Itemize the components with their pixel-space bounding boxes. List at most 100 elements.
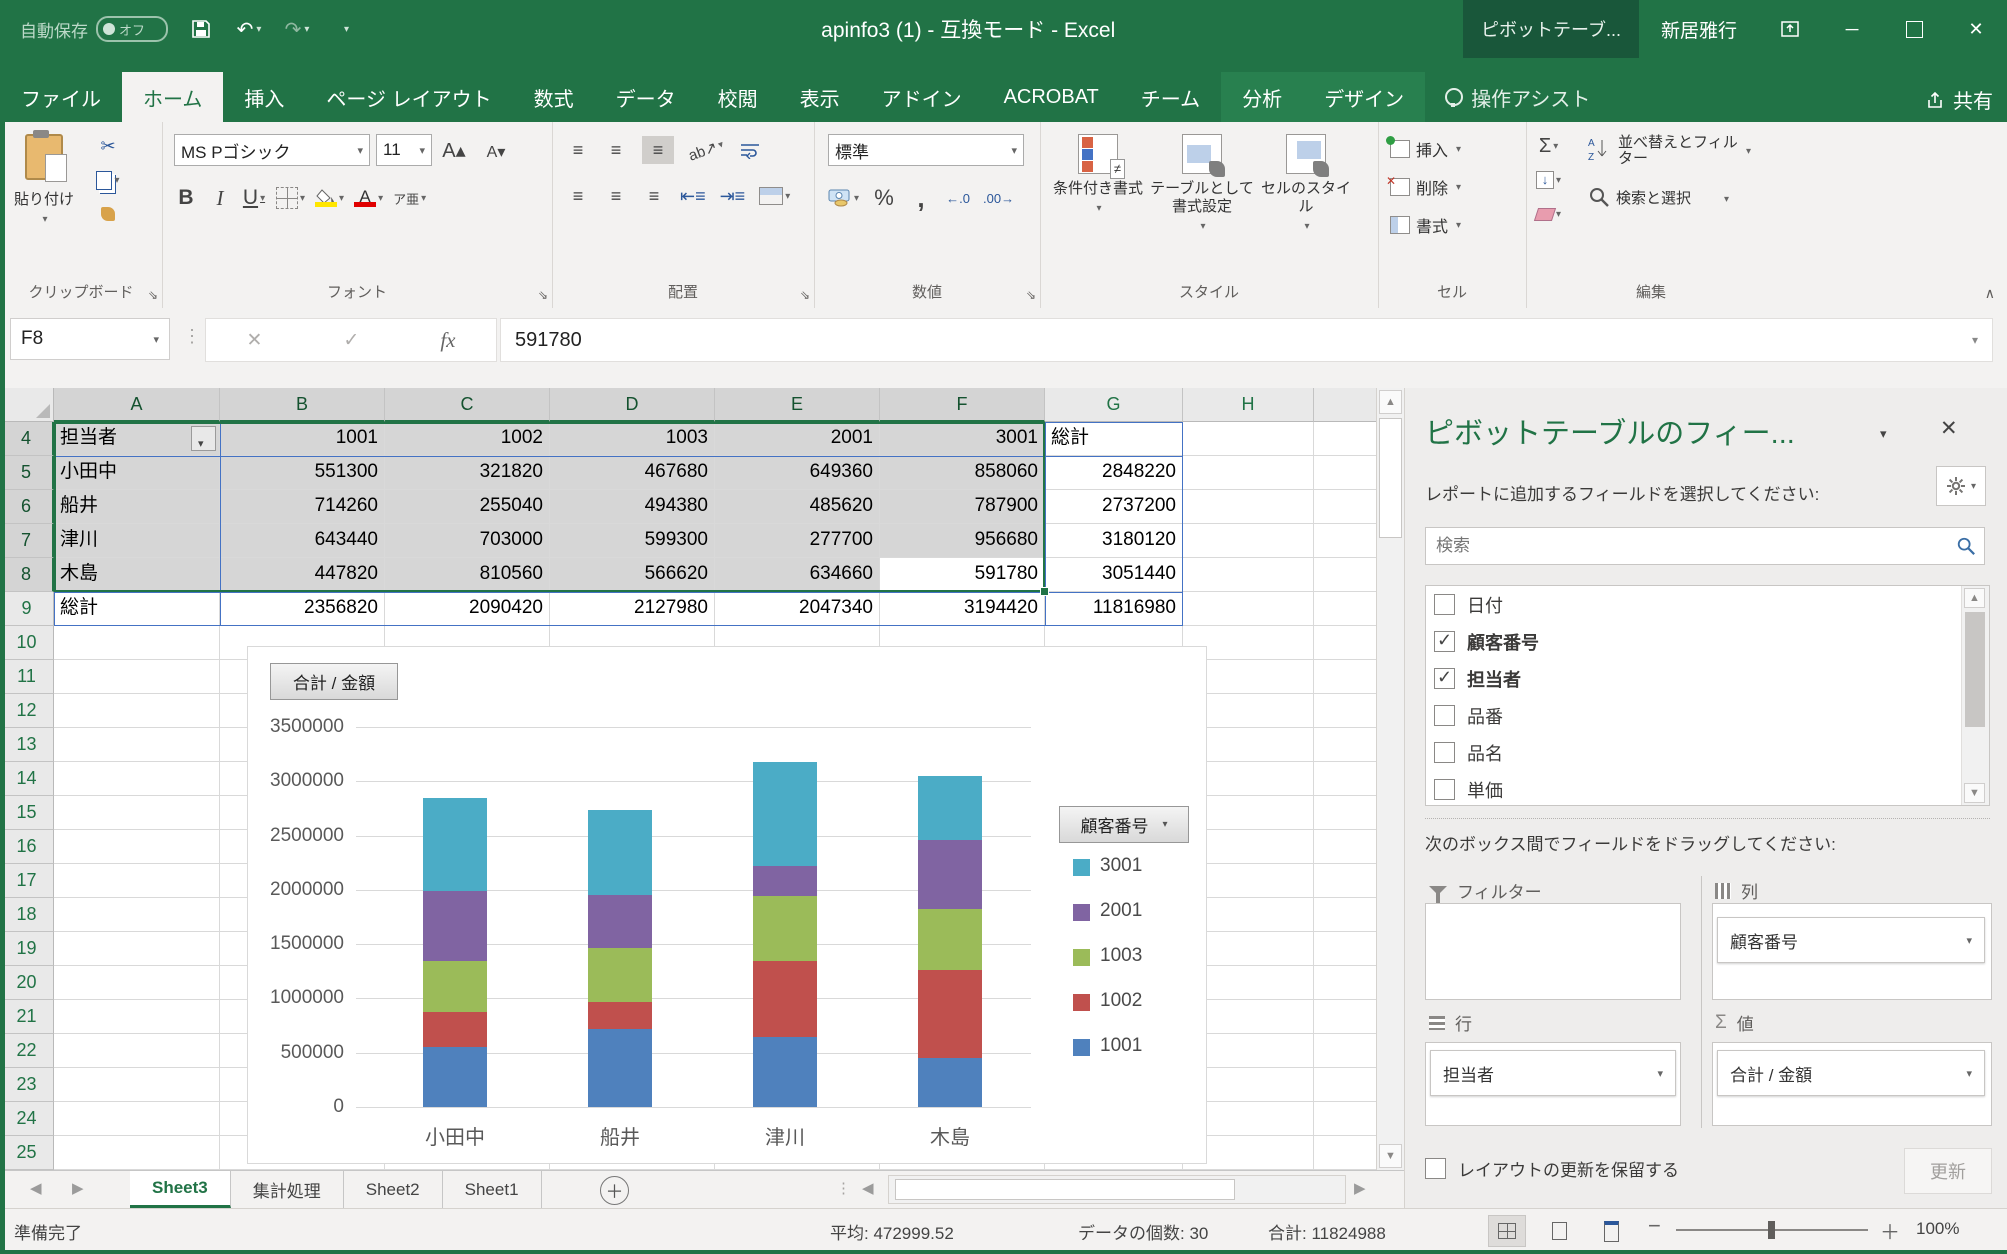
scroll-down-icon[interactable]: ▼	[1379, 1144, 1402, 1168]
cell-A13[interactable]	[54, 728, 220, 762]
row-header-21[interactable]: 21	[0, 1000, 54, 1034]
row-header-25[interactable]: 25	[0, 1136, 54, 1170]
ribbon-tab-挿入[interactable]: 挿入	[223, 72, 305, 122]
merge-center-button[interactable]	[759, 182, 790, 210]
insert-cells-button[interactable]: 挿入	[1390, 134, 1461, 164]
fill-color-button[interactable]	[315, 184, 344, 212]
undo-button[interactable]: ↶	[234, 14, 264, 44]
cell-C4[interactable]: 1002	[385, 422, 550, 456]
row-header-12[interactable]: 12	[0, 694, 54, 728]
pivot-chart[interactable]: 合計 / 金額350000030000002500000200000015000…	[247, 646, 1207, 1164]
alignment-dialog-launcher[interactable]	[800, 288, 810, 302]
pivot-filter-button[interactable]	[191, 426, 216, 451]
field-item-品番[interactable]: 品番	[1426, 697, 1989, 734]
list-scroll-thumb[interactable]	[1965, 612, 1985, 727]
accounting-format-button[interactable]	[828, 184, 859, 212]
cell-B7[interactable]: 643440	[220, 524, 385, 558]
cell-F5[interactable]: 858060	[880, 456, 1045, 490]
cell-C6[interactable]: 255040	[385, 490, 550, 524]
ribbon-tab-チーム[interactable]: チーム	[1120, 72, 1221, 122]
cell-A12[interactable]	[54, 694, 220, 728]
cell-E8[interactable]: 634660	[715, 558, 880, 592]
insert-function-button[interactable]: fx	[440, 328, 455, 353]
cell-C9[interactable]: 2090420	[385, 592, 550, 626]
bar-segment-1001-船井[interactable]	[588, 1029, 652, 1107]
bar-segment-1001-木島[interactable]	[918, 1058, 982, 1107]
grow-font-button[interactable]: A▴	[442, 136, 466, 164]
quick-access-customize[interactable]	[330, 14, 360, 44]
cell-A8[interactable]: 木島	[54, 558, 220, 592]
percent-style-button[interactable]: %	[872, 184, 896, 212]
cancel-entry-icon[interactable]: ✕	[247, 329, 263, 352]
cell-A5[interactable]: 小田中	[54, 456, 220, 490]
row-header-22[interactable]: 22	[0, 1034, 54, 1068]
copy-button[interactable]	[96, 166, 120, 194]
clipboard-dialog-launcher[interactable]	[148, 288, 158, 302]
cell-G8[interactable]: 3051440	[1045, 558, 1183, 592]
bar-segment-1002-木島[interactable]	[918, 970, 982, 1058]
redo-button[interactable]: ↷	[282, 14, 312, 44]
sheet-nav-next-icon[interactable]: ▶	[72, 1179, 84, 1197]
rows-field-chip[interactable]: 担当者	[1430, 1050, 1676, 1096]
save-icon[interactable]	[186, 14, 216, 44]
cell-A4[interactable]: 担当者	[54, 422, 220, 456]
ribbon-tab-デザイン[interactable]: デザイン	[1303, 72, 1425, 122]
align-bottom-icon[interactable]: ≡	[642, 136, 674, 164]
sheet-tab-Sheet3[interactable]: Sheet3	[130, 1171, 231, 1208]
view-normal-button[interactable]	[1488, 1215, 1526, 1247]
cell-E6[interactable]: 485620	[715, 490, 880, 524]
bar-segment-1001-小田中[interactable]	[423, 1047, 487, 1107]
sheet-tab-Sheet2[interactable]: Sheet2	[344, 1171, 443, 1208]
confirm-entry-icon[interactable]: ✓	[343, 329, 359, 352]
bar-segment-1002-津川[interactable]	[753, 961, 817, 1037]
field-checkbox[interactable]	[1434, 779, 1455, 800]
number-dialog-launcher[interactable]	[1026, 288, 1036, 302]
ribbon-tab-ファイル[interactable]: ファイル	[0, 72, 122, 122]
cell-B4[interactable]: 1001	[220, 422, 385, 456]
row-header-14[interactable]: 14	[0, 762, 54, 796]
cell-H7[interactable]	[1183, 524, 1314, 558]
cell-A18[interactable]	[54, 898, 220, 932]
list-scroll-up-icon[interactable]: ▲	[1964, 588, 1985, 608]
cell-C8[interactable]: 810560	[385, 558, 550, 592]
zoom-slider-thumb[interactable]	[1768, 1221, 1775, 1239]
column-header-C[interactable]: C	[385, 388, 550, 422]
defer-layout-checkbox[interactable]: レイアウトの更新を保留する	[1425, 1156, 1679, 1181]
column-header-G[interactable]: G	[1045, 388, 1183, 422]
bar-segment-1003-木島[interactable]	[918, 909, 982, 971]
bar-segment-3001-津川[interactable]	[753, 762, 817, 866]
formula-bar-splitter[interactable]: ⋮	[183, 326, 201, 347]
row-header-19[interactable]: 19	[0, 932, 54, 966]
bar-segment-1003-船井[interactable]	[588, 948, 652, 1002]
column-header-F[interactable]: F	[880, 388, 1045, 422]
column-header-D[interactable]: D	[550, 388, 715, 422]
italic-button[interactable]: I	[208, 184, 232, 212]
field-item-単価[interactable]: 単価	[1426, 771, 1989, 806]
user-name[interactable]: 新居雅行	[1639, 16, 1759, 43]
filters-drop-area[interactable]	[1425, 903, 1681, 1000]
close-button[interactable]: ✕	[1945, 0, 2007, 58]
row-header-23[interactable]: 23	[0, 1068, 54, 1102]
field-checkbox[interactable]	[1434, 631, 1455, 652]
bar-segment-2001-津川[interactable]	[753, 866, 817, 896]
sheet-nav-prev-icon[interactable]: ◀	[30, 1179, 42, 1197]
cell-G7[interactable]: 3180120	[1045, 524, 1183, 558]
cell-F7[interactable]: 956680	[880, 524, 1045, 558]
field-checkbox[interactable]	[1434, 594, 1455, 615]
orientation-button[interactable]: ab↗	[684, 131, 728, 170]
row-header-15[interactable]: 15	[0, 796, 54, 830]
cell-D9[interactable]: 2127980	[550, 592, 715, 626]
field-item-顧客番号[interactable]: 顧客番号	[1426, 623, 1989, 660]
field-list-scrollbar[interactable]: ▲ ▼	[1961, 586, 1989, 805]
name-box[interactable]: F8	[10, 318, 170, 360]
column-header-E[interactable]: E	[715, 388, 880, 422]
row-header-17[interactable]: 17	[0, 864, 54, 898]
pane-close-icon[interactable]: ✕	[1940, 416, 1958, 441]
align-top-icon[interactable]: ≡	[566, 136, 590, 164]
paste-button[interactable]: 貼り付け	[14, 134, 74, 226]
format-painter-button[interactable]	[96, 200, 120, 228]
view-page-break-button[interactable]	[1592, 1215, 1630, 1247]
cell-E9[interactable]: 2047340	[715, 592, 880, 626]
cell-D4[interactable]: 1003	[550, 422, 715, 456]
cell-F8[interactable]: 591780	[880, 558, 1045, 592]
